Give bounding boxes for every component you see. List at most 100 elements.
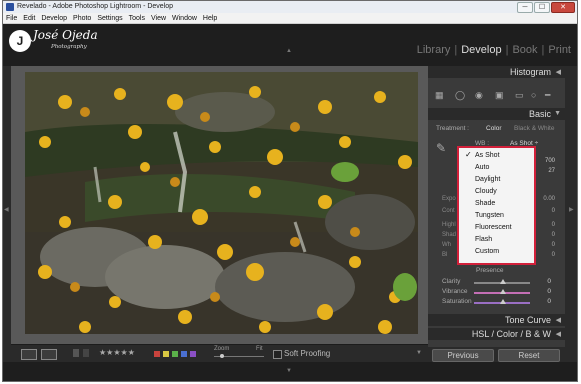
wb-option-daylight[interactable]: Daylight [475,174,500,185]
shadows-label: Shad [442,232,457,238]
clarity-label: Clarity [442,278,461,285]
top-panel-toggle-icon[interactable]: ▲ [286,48,292,54]
contrast-value: 0 [551,208,555,214]
color-label-green[interactable] [172,351,178,357]
window-controls: ─ ☐ ✕ [517,2,575,13]
develop-tool-strip: ▦ ◯ ◉ ▣ ▭ ○ ━ [431,86,562,104]
module-develop[interactable]: Develop [461,44,501,56]
module-separator: | [505,44,509,56]
soft-proofing-checkbox[interactable] [273,350,282,359]
wb-option-fluorescent[interactable]: Fluorescent [475,222,512,233]
color-label-red[interactable] [154,351,160,357]
clarity-slider[interactable]: Clarity 0 [428,278,565,287]
clarity-knob[interactable] [500,279,506,284]
wb-dropdown-menu: ✓ As Shot Auto Daylight Cloudy Shade Tun… [457,146,536,265]
flag-reject-icon[interactable] [83,349,89,357]
app-icon [6,3,14,11]
vibrance-label: Vibrance [442,288,468,295]
menu-photo[interactable]: Photo [70,15,94,22]
left-panel-strip[interactable]: ◀ [3,66,11,362]
reset-button[interactable]: Reset [498,349,560,362]
before-after-view-button[interactable] [41,349,57,360]
menu-edit[interactable]: Edit [20,15,38,22]
wb-option-flash[interactable]: Flash [475,234,492,245]
menu-window[interactable]: Window [169,15,200,22]
hsl-title: HSL / Color / B & W [471,329,551,339]
flag-pick-icon[interactable] [73,349,79,357]
menu-develop[interactable]: Develop [38,15,70,22]
saturation-label: Saturation [442,298,472,305]
module-print[interactable]: Print [548,44,571,56]
tone-curve-header[interactable]: Tone Curve ◀ [428,314,565,326]
basic-header[interactable]: Basic ▼ [428,108,565,120]
menu-tools[interactable]: Tools [126,15,148,22]
menu-settings[interactable]: Settings [94,15,125,22]
identity-plate: J José Ojeda Photography ▲ Library | Dev… [3,24,577,66]
spot-removal-icon[interactable]: ◉ [475,90,483,101]
tone-curve-expand-icon[interactable]: ◀ [556,316,561,324]
vibrance-knob[interactable] [500,289,506,294]
histogram-collapse-icon[interactable]: ◀ [556,68,561,76]
loupe-view-button[interactable] [21,349,37,360]
identity-name: José Ojeda [33,28,98,42]
adjustment-brush-icon[interactable]: ━ [545,90,550,101]
hsl-expand-icon[interactable]: ◀ [556,330,561,338]
photo-preview[interactable] [25,72,418,334]
wb-option-as-shot[interactable]: As Shot [475,150,500,161]
vibrance-value: 0 [547,288,551,295]
red-eye-icon[interactable]: ▣ [495,90,504,101]
exposure-label: Expo [442,196,456,202]
identity-logo: J [9,30,31,52]
module-book[interactable]: Book [512,44,537,56]
autumn-stream-photo [25,72,418,334]
contrast-label: Cont [442,208,455,214]
wb-option-tungsten[interactable]: Tungsten [475,210,504,221]
crop-tool-icon[interactable]: ◯ [455,90,465,101]
module-separator: | [454,44,458,56]
saturation-knob[interactable] [500,299,506,304]
shadows-value: 0 [551,232,555,238]
minimize-button[interactable]: ─ [517,2,533,13]
maximize-button[interactable]: ☐ [534,2,550,13]
menu-file[interactable]: File [3,15,20,22]
wb-option-cloudy[interactable]: Cloudy [475,186,497,197]
histogram-header[interactable]: Histogram ◀ [428,66,565,78]
previous-button[interactable]: Previous [432,349,494,362]
hsl-header[interactable]: HSL / Color / B & W ◀ [428,328,565,340]
menu-view[interactable]: View [148,15,169,22]
vibrance-slider[interactable]: Vibrance 0 [428,288,565,297]
filmstrip-toggle-icon[interactable]: ▼ [286,368,292,374]
saturation-slider[interactable]: Saturation 0 [428,298,565,307]
module-library[interactable]: Library [417,44,451,56]
color-label-yellow[interactable] [163,351,169,357]
grid-overlay-icon[interactable]: ▦ [435,90,444,101]
filmstrip-strip[interactable]: ▼ [3,362,577,381]
highlights-label: Highl [442,222,456,228]
radial-filter-icon[interactable]: ○ [531,90,536,100]
wb-option-custom[interactable]: Custom [475,246,499,257]
left-panel-toggle-icon[interactable]: ◀ [4,206,9,213]
whites-label: Wh [442,242,451,248]
title-bar: Revelado - Adobe Photoshop Lightroom - D… [3,1,577,13]
basic-collapse-icon[interactable]: ▼ [554,110,561,117]
wb-option-auto[interactable]: Auto [475,162,489,173]
close-button[interactable]: ✕ [551,2,575,13]
image-work-area[interactable] [11,66,428,344]
develop-toolbar: ★★★★★ Zoom Fit Soft Proofing ▼ [11,344,428,363]
color-label-blue[interactable] [181,351,187,357]
graduated-filter-icon[interactable]: ▭ [515,90,524,101]
rating-stars[interactable]: ★★★★★ [99,348,135,357]
toolbar-content-dropdown-icon[interactable]: ▼ [416,350,422,356]
treatment-bw-option[interactable]: Black & White [514,125,554,132]
right-panel-toggle-icon[interactable]: ▶ [569,206,574,213]
histogram-title: Histogram [509,67,551,77]
right-panel-strip[interactable]: ▶ [565,66,577,362]
zoom-slider-knob[interactable] [220,354,224,358]
treatment-color-option[interactable]: Color [486,125,502,132]
highlights-value: 0 [551,222,555,228]
menu-help[interactable]: Help [200,15,220,22]
color-label-purple[interactable] [190,351,196,357]
fit-label: Fit [256,346,263,352]
wb-option-shade[interactable]: Shade [475,198,495,209]
wb-eyedropper-icon[interactable]: ✎ [436,141,446,155]
